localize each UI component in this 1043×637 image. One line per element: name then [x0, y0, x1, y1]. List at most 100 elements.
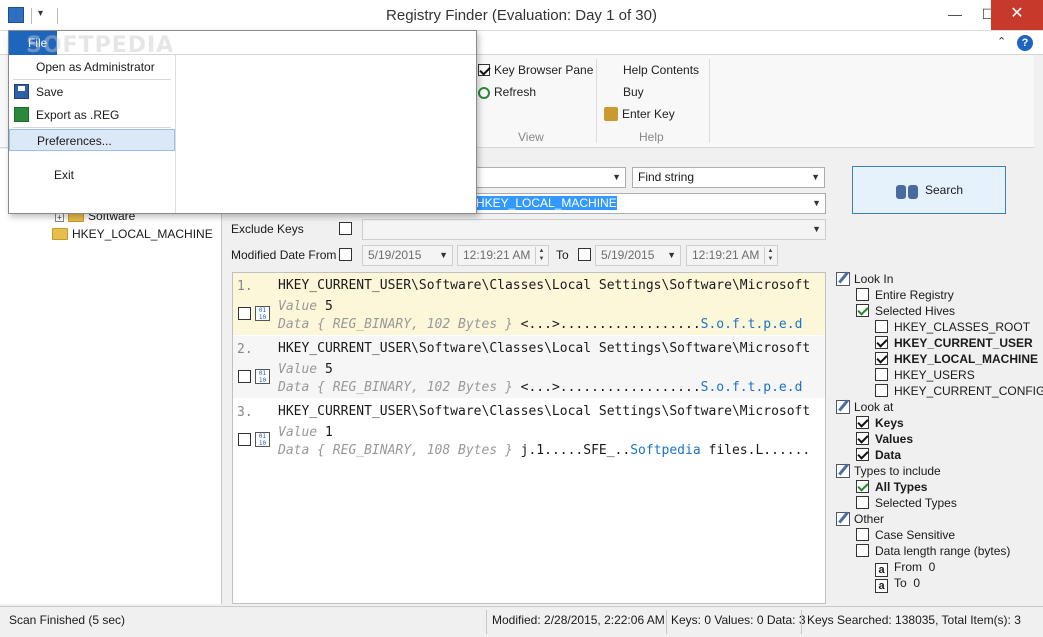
to-date-checkbox[interactable]	[578, 248, 591, 261]
result-item[interactable]: 2. HKEY_CURRENT_USER\Software\Classes\Lo…	[233, 336, 825, 398]
hive-hkcu-option[interactable]: HKEY_CURRENT_USER	[875, 336, 1033, 350]
exclude-keys-checkbox[interactable]	[339, 222, 352, 235]
chevron-down-icon[interactable]: ▼	[667, 246, 676, 265]
checkbox-icon[interactable]	[875, 336, 888, 349]
binary-value-icon: 01 10	[255, 369, 270, 384]
tree-node-hklm[interactable]: HKEY_LOCAL_MACHINE	[52, 227, 213, 241]
help-icon[interactable]: ?	[1017, 35, 1033, 51]
buy-button[interactable]: Buy	[623, 85, 644, 99]
exit-item[interactable]: Exit	[9, 164, 175, 186]
modified-date-label: Modified Date From	[231, 248, 337, 262]
checkbox-icon[interactable]	[875, 320, 888, 333]
result-item[interactable]: 1. HKEY_CURRENT_USER\Software\Classes\Lo…	[233, 273, 825, 335]
modified-status: Modified: 2/28/2015, 2:22:06 AM	[492, 613, 665, 627]
collapse-ribbon-icon[interactable]: ⌃	[997, 35, 1006, 48]
export-reg-item[interactable]: Export as .REG	[9, 104, 175, 126]
checkbox-icon[interactable]	[856, 480, 869, 493]
exclude-keys-field[interactable]: ▼	[362, 219, 826, 240]
look-at-values-option[interactable]: Values	[856, 432, 913, 446]
look-at-data-option[interactable]: Data	[856, 448, 901, 462]
refresh-icon	[478, 87, 490, 99]
hive-hku-option[interactable]: HKEY_USERS	[875, 368, 975, 382]
enter-key-button[interactable]: Enter Key	[604, 107, 675, 121]
key-browser-pane-toggle[interactable]: Key Browser Pane	[478, 63, 593, 77]
entire-registry-option[interactable]: Entire Registry	[856, 288, 954, 302]
text-value-icon: a	[875, 579, 888, 593]
all-types-option[interactable]: All Types	[856, 480, 927, 494]
chevron-down-icon[interactable]: ▼	[811, 168, 820, 187]
menu-separator	[13, 127, 171, 128]
chevron-down-icon[interactable]: ▼	[612, 168, 621, 187]
look-at-keys-option[interactable]: Keys	[856, 416, 904, 430]
checkbox-icon[interactable]	[856, 544, 869, 557]
data-label: Data	[278, 443, 310, 458]
to-date-picker[interactable]: 5/19/2015 ▼	[595, 245, 681, 266]
case-sensitive-option[interactable]: Case Sensitive	[856, 528, 955, 542]
hive-hkcr-option[interactable]: HKEY_CLASSES_ROOT	[875, 320, 1030, 334]
search-location-field[interactable]: HKEY_LOCAL_MACHINE ▼	[470, 193, 826, 214]
checkbox-icon[interactable]	[856, 304, 869, 317]
other-label: Other	[854, 512, 885, 526]
data-preview: <...>..................	[520, 380, 701, 395]
spinner-icon[interactable]: ▲ ▼	[764, 247, 776, 264]
binary-value-icon: 01 10	[255, 306, 270, 321]
checkbox-icon[interactable]	[875, 368, 888, 381]
value-name: 5	[324, 299, 333, 314]
checkbox-icon[interactable]	[856, 416, 869, 429]
result-checkbox[interactable]	[238, 370, 251, 383]
chevron-down-icon[interactable]: ▼	[812, 220, 821, 239]
length-to-field[interactable]: a To 0	[875, 576, 920, 593]
modified-date-checkbox[interactable]	[339, 248, 352, 261]
status-bar: Scan Finished (5 sec) Modified: 2/28/201…	[0, 606, 1043, 637]
refresh-button[interactable]: Refresh	[478, 85, 536, 99]
selected-hives-option[interactable]: Selected Hives	[856, 304, 955, 318]
help-contents-button[interactable]: Help Contents	[623, 63, 699, 77]
result-item[interactable]: 3. HKEY_CURRENT_USER\Software\Classes\Lo…	[233, 399, 825, 461]
from-time-picker[interactable]: 12:19:21 AM ▲ ▼	[457, 245, 549, 266]
close-button[interactable]: ✕	[991, 0, 1043, 30]
length-from-field[interactable]: a From 0	[875, 560, 935, 577]
data-length-option[interactable]: Data length range (bytes)	[856, 544, 1010, 558]
checkbox-icon[interactable]	[856, 432, 869, 445]
preferences-item[interactable]: Preferences...	[9, 129, 175, 151]
checkbox-icon[interactable]	[478, 64, 490, 76]
find-mode-select[interactable]: Find string ▼	[632, 167, 825, 188]
result-path: HKEY_CURRENT_USER\Software\Classes\Local…	[278, 341, 811, 356]
result-data-line: Data { REG_BINARY, 108 Bytes } j.1.....S…	[278, 443, 810, 458]
option-label: Data	[875, 448, 902, 462]
result-checkbox[interactable]	[238, 307, 251, 320]
to-time-picker[interactable]: 12:19:21 AM ▲ ▼	[686, 245, 778, 266]
ribbon-group-divider	[596, 59, 597, 143]
to-date-value: 5/19/2015	[601, 248, 655, 262]
chevron-down-icon[interactable]: ▼	[439, 246, 448, 265]
checkbox-icon[interactable]	[856, 288, 869, 301]
location-value: HKEY_LOCAL_MACHINE	[476, 196, 617, 210]
checkbox-icon[interactable]	[875, 352, 888, 365]
checkbox-icon[interactable]	[856, 496, 869, 509]
expand-icon[interactable]: +	[55, 213, 64, 222]
key-browser-pane: + Software HKEY_LOCAL_MACHINE	[0, 149, 222, 604]
selected-types-option[interactable]: Selected Types	[856, 496, 957, 510]
result-checkbox[interactable]	[238, 433, 251, 446]
data-preview-tail: files.L......	[700, 443, 811, 458]
chevron-down-icon[interactable]: ▼	[812, 194, 821, 213]
hive-hklm-option[interactable]: HKEY_LOCAL_MACHINE	[875, 352, 1038, 366]
counts-status: Keys: 0 Values: 0 Data: 3	[671, 613, 806, 627]
from-date-value: 5/19/2015	[368, 248, 422, 262]
open-as-admin-item[interactable]: Open as Administrator	[9, 56, 175, 78]
save-item[interactable]: Save	[9, 81, 175, 103]
search-options-panel: Look In Entire Registry Selected Hives H…	[830, 266, 1043, 604]
checkbox-icon[interactable]	[856, 448, 869, 461]
from-date-picker[interactable]: 5/19/2015 ▼	[362, 245, 453, 266]
results-list[interactable]: 1. HKEY_CURRENT_USER\Software\Classes\Lo…	[232, 272, 826, 604]
types-label: Types to include	[854, 464, 941, 478]
search-text-field[interactable]: ▼	[470, 167, 626, 188]
search-button[interactable]: Search	[852, 166, 1006, 214]
spinner-icon[interactable]: ▲ ▼	[535, 247, 547, 264]
checkbox-icon[interactable]	[875, 384, 888, 397]
checkbox-icon[interactable]	[856, 528, 869, 541]
exclude-keys-label: Exclude Keys	[231, 222, 304, 236]
menu-item-label: Open as Administrator	[36, 60, 155, 74]
window-title: Registry Finder (Evaluation: Day 1 of 30…	[386, 7, 657, 24]
hive-hkcc-option[interactable]: HKEY_CURRENT_CONFIG	[875, 384, 1043, 398]
